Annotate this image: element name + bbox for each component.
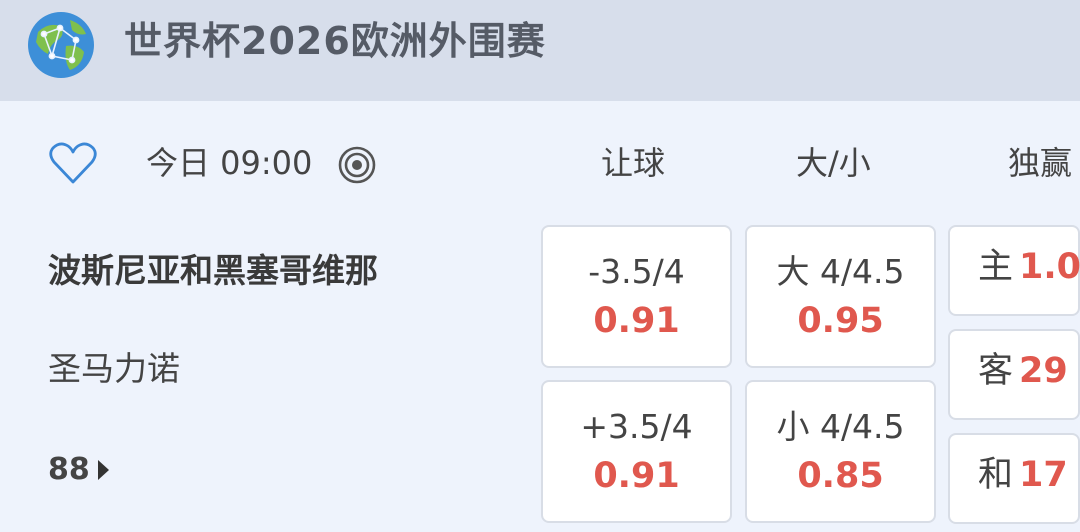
moneyline-label: 和 [978,455,1014,495]
handicap-odds: 0.91 [593,301,680,341]
moneyline-odds: 1.0 [1019,247,1080,287]
handicap-home-cell[interactable]: -3.5/4 0.91 [541,225,732,368]
total-odds: 0.85 [797,456,884,496]
handicap-odds: 0.91 [593,456,680,496]
moneyline-draw-cell[interactable]: 和 17 [948,433,1080,524]
league-title: 世界杯2026欧洲外围赛 [124,19,546,63]
more-markets-count: 88 [48,452,90,487]
home-team: 波斯尼亚和黑塞哥维那 [48,251,378,290]
total-over-cell[interactable]: 大 4/4.5 0.95 [745,225,936,368]
more-markets-button[interactable]: 88 [48,450,109,490]
moneyline-label: 主 [978,247,1014,287]
column-total: 大/小 [796,144,871,182]
moneyline-away-cell[interactable]: 客 29 [948,329,1080,420]
total-line: 大 4/4.5 [776,252,905,291]
away-team: 圣马力诺 [48,349,180,388]
caret-right-icon [97,460,109,480]
moneyline-home-cell[interactable]: 主 1.0 [948,225,1080,316]
handicap-line: +3.5/4 [580,407,693,446]
handicap-line: -3.5/4 [588,252,685,291]
column-handicap: 让球 [601,144,666,182]
moneyline-label: 客 [978,351,1014,391]
handicap-away-cell[interactable]: +3.5/4 0.91 [541,380,732,523]
moneyline-odds: 29 [1019,351,1068,391]
match-time: 今日 09:00 [146,144,313,182]
league-header[interactable]: 世界杯2026欧洲外围赛 [0,0,1080,101]
total-odds: 0.95 [797,301,884,341]
target-icon[interactable] [337,145,377,185]
total-line: 小 4/4.5 [776,407,905,446]
moneyline-odds: 17 [1019,455,1068,495]
total-under-cell[interactable]: 小 4/4.5 0.85 [745,380,936,523]
globe-icon [28,12,94,78]
column-moneyline: 独赢 [1008,144,1073,182]
heart-icon[interactable] [48,140,98,186]
